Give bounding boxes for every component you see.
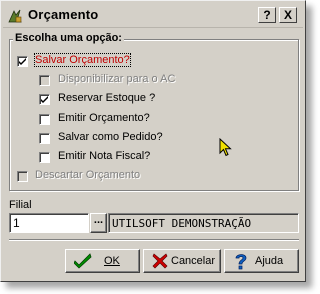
help-title-button[interactable]: ? bbox=[258, 7, 276, 23]
group-label: Escolha uma opção: bbox=[13, 32, 124, 44]
descartar-orcamento-label: Descartar Orçamento bbox=[35, 169, 141, 181]
mouse-cursor-icon bbox=[219, 138, 232, 157]
filial-code-input[interactable]: 1 bbox=[9, 213, 89, 233]
ok-button-label: OK bbox=[104, 255, 120, 267]
cancel-button-label: Cancelar bbox=[171, 255, 216, 267]
cancel-x-icon bbox=[152, 253, 168, 269]
reservar-estoque-label[interactable]: Reservar Estoque ? bbox=[58, 92, 155, 104]
emitir-orcamento-checkbox[interactable] bbox=[39, 114, 50, 125]
filial-label: Filial bbox=[9, 199, 32, 211]
reservar-estoque-checkbox[interactable] bbox=[39, 94, 50, 105]
help-button[interactable]: Ajuda bbox=[224, 249, 299, 273]
close-button[interactable]: X bbox=[279, 7, 297, 23]
dialog-window: Orçamento ? X Escolha uma opção: Salvar … bbox=[0, 0, 306, 282]
help-button-label: Ajuda bbox=[255, 255, 284, 267]
emitir-orcamento-label[interactable]: Emitir Orçamento? bbox=[58, 112, 150, 124]
disponibilizar-ac-checkbox bbox=[39, 75, 50, 86]
filial-name-field: UTILSOFT DEMONSTRAÇÃO bbox=[108, 213, 299, 233]
divider bbox=[9, 239, 299, 241]
checkmark-icon bbox=[74, 253, 92, 269]
salvar-pedido-checkbox[interactable] bbox=[39, 133, 50, 144]
salvar-orcamento-label[interactable]: Salvar Orçamento? bbox=[34, 53, 131, 67]
app-icon bbox=[8, 9, 22, 23]
checkmark-icon bbox=[41, 96, 48, 103]
salvar-pedido-label[interactable]: Salvar como Pedido? bbox=[58, 131, 163, 143]
descartar-orcamento-checkbox bbox=[17, 171, 28, 182]
emitir-nota-fiscal-checkbox[interactable] bbox=[39, 152, 50, 163]
salvar-orcamento-checkbox[interactable] bbox=[17, 56, 28, 67]
ok-button[interactable]: OK bbox=[65, 249, 140, 273]
disponibilizar-ac-label: Disponibilizar para o AC bbox=[58, 73, 176, 85]
emitir-nota-fiscal-label[interactable]: Emitir Nota Fiscal? bbox=[58, 150, 150, 162]
title-bar[interactable]: Orçamento ? X bbox=[3, 3, 303, 28]
checkmark-icon bbox=[19, 58, 26, 65]
question-mark-icon bbox=[235, 254, 247, 270]
window-title: Orçamento bbox=[28, 7, 99, 22]
cancel-button[interactable]: Cancelar bbox=[143, 249, 221, 273]
filial-lookup-button[interactable]: ... bbox=[90, 213, 107, 233]
